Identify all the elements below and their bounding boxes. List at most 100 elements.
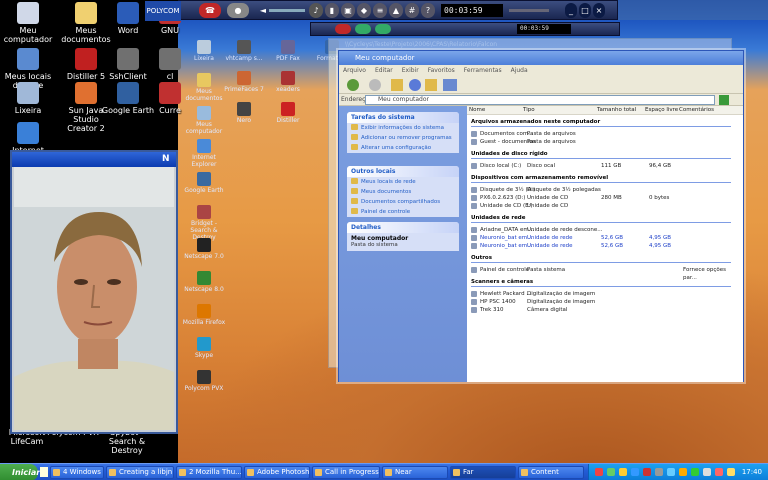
volume-slider[interactable]: [269, 9, 305, 12]
tray-icon-4[interactable]: [631, 468, 639, 476]
task-panel-header[interactable]: Tarefas do sistema: [347, 112, 459, 123]
tray-icon-7[interactable]: [667, 468, 675, 476]
tray-icon-9[interactable]: [691, 468, 699, 476]
list-item[interactable]: Unidade de CD (E:) Unidade de CD: [471, 202, 741, 210]
task-link[interactable]: Meus documentos: [347, 187, 459, 197]
tray-icon-10[interactable]: [703, 468, 711, 476]
menu-item[interactable]: Exibir: [402, 65, 419, 76]
task-panel-header[interactable]: Detalhes: [347, 222, 459, 233]
tray-icon-1[interactable]: [595, 468, 603, 476]
taskbar-button[interactable]: Call in Progress...: [312, 466, 380, 479]
speaker-icon[interactable]: ◄: [257, 3, 269, 18]
desktop-icon-label: GNU: [160, 26, 180, 35]
desktop-icon[interactable]: Meu computador: [0, 2, 56, 44]
taskbar-button[interactable]: Creating a libjn...: [106, 466, 174, 479]
address-field[interactable]: Meu computador: [365, 95, 715, 105]
close-icon[interactable]: ×: [593, 3, 605, 18]
task-link[interactable]: Painel de controle: [347, 207, 459, 217]
mute-icon[interactable]: ●: [227, 3, 249, 18]
tray-icon-6[interactable]: [655, 468, 663, 476]
list-item[interactable]: Documentos com... Pasta de arquivos: [471, 130, 741, 138]
menu-item[interactable]: Arquivo: [343, 65, 366, 76]
list-item[interactable]: Trek 310 Câmera digital: [471, 306, 741, 314]
forward-icon[interactable]: [369, 79, 381, 91]
group-header: Scanners e câmeras: [471, 279, 731, 287]
list-item[interactable]: Ariadne_DATA em... Unidade de rede descon…: [471, 226, 741, 234]
share-icon[interactable]: ▲: [389, 3, 403, 18]
taskbar-button[interactable]: Far: [450, 466, 516, 479]
up-folder-icon[interactable]: [391, 79, 403, 91]
taskbar-button[interactable]: Adobe Photosh...: [244, 466, 310, 479]
remote-desktop-icon: Google Earth: [182, 172, 226, 194]
menu-item[interactable]: Editar: [375, 65, 393, 76]
app-icon: [197, 73, 211, 87]
go-icon[interactable]: [719, 95, 729, 105]
task-panel: Detalhes Meu computador Pasta do sistema: [347, 222, 459, 251]
taskbar-button[interactable]: Near: [382, 466, 448, 479]
camera-icon[interactable]: ▣: [341, 3, 355, 18]
menu-item[interactable]: Ajuda: [511, 65, 528, 76]
dial-icon[interactable]: #: [405, 3, 419, 18]
desktop-icon[interactable]: Lixeira: [0, 82, 56, 115]
remote-desktop-icon: Distiller: [266, 102, 310, 124]
tray-icon-8[interactable]: [679, 468, 687, 476]
tray-icon-5[interactable]: [643, 468, 651, 476]
list-item[interactable]: Neuronio_bat em... Unidade de rede 52,6 GB…: [471, 234, 741, 242]
tray-icon-12[interactable]: [727, 468, 735, 476]
drive-icon: [471, 139, 477, 145]
group-header: Unidades de rede: [471, 215, 731, 223]
quicklaunch-icon[interactable]: [40, 467, 48, 477]
folders-icon[interactable]: [425, 79, 437, 91]
task-link[interactable]: Alterar uma configuração: [347, 143, 459, 153]
list-item[interactable]: Disquete de 3½ (A:) Disquete de 3½ polega…: [471, 186, 741, 194]
app-icon: [197, 238, 211, 252]
taskbar-button[interactable]: Content: [518, 466, 584, 479]
list-item[interactable]: PX6.0.2.623 (D:) Unidade de CD 280 MB 0 byt…: [471, 194, 741, 202]
remote-polycom-toolbar: 00:03:59: [310, 22, 620, 36]
list-item[interactable]: Neuronio_bat em... Unidade de rede 52,6 GB…: [471, 242, 741, 250]
list-item[interactable]: Painel de controle Pasta sistema Fornece o…: [471, 266, 741, 281]
remote-icon-label: Netscape 7.0: [184, 253, 224, 260]
webcam-window: N: [10, 150, 178, 434]
maximize-icon[interactable]: □: [579, 3, 591, 18]
list-item[interactable]: Disco local (C:) Disco ocal 111 GB 96,4 GB: [471, 162, 741, 170]
list-header: Nome Tipo Tamanho total Espaço livre Comentá…: [467, 106, 743, 115]
column-header[interactable]: Nome: [469, 106, 485, 115]
task-link[interactable]: Exibir informações do sistema: [347, 123, 459, 133]
remote-desktop-icon: Nero: [222, 102, 266, 124]
hangup-icon[interactable]: ☎: [199, 3, 221, 18]
remote-icon-label: Polycom PVX: [184, 385, 224, 392]
help-icon[interactable]: ?: [421, 3, 435, 18]
video-icon[interactable]: ▮: [325, 3, 339, 18]
task-link[interactable]: Meus locais de rede: [347, 177, 459, 187]
task-link[interactable]: Adicionar ou remover programas: [347, 133, 459, 143]
list-item[interactable]: Guest - documentos Pasta de arquivos: [471, 138, 741, 146]
search-icon[interactable]: [409, 79, 421, 91]
mic-icon[interactable]: ♪: [309, 3, 323, 18]
start-button[interactable]: Iniciar: [0, 464, 40, 480]
list-item[interactable]: HP PSC 1400 Digitalização de imagem: [471, 298, 741, 306]
minimize-icon[interactable]: _: [565, 3, 577, 18]
list-item[interactable]: Hewlett Packard ... Digitalização de imag…: [471, 290, 741, 298]
task-panel-header[interactable]: Outros locais: [347, 166, 459, 177]
taskbar-button[interactable]: 2 Mozilla Thu...: [176, 466, 242, 479]
cell-name: Disco local (C:): [480, 163, 522, 169]
menu-item[interactable]: Favoritos: [428, 65, 455, 76]
menu-item[interactable]: Ferramentas: [464, 65, 502, 76]
column-header[interactable]: Tipo: [523, 106, 535, 115]
tray-icon-11[interactable]: [715, 468, 723, 476]
back-icon[interactable]: [347, 79, 359, 91]
contacts-icon[interactable]: ◆: [357, 3, 371, 18]
taskbar: Iniciar 4 Windows E...Creating a libjn..…: [0, 463, 768, 480]
tray-icon-3[interactable]: [619, 468, 627, 476]
column-header[interactable]: Comentários: [679, 106, 714, 115]
quality-meter: [509, 9, 549, 12]
column-header[interactable]: Tamanho total: [597, 106, 636, 115]
task-link[interactable]: Documentos compartilhados: [347, 197, 459, 207]
remote-desktop-icon: Netscape 7.0: [182, 238, 226, 260]
taskbar-button[interactable]: 4 Windows E...: [50, 466, 104, 479]
tray-icon-2[interactable]: [607, 468, 615, 476]
settings-icon[interactable]: ≡: [373, 3, 387, 18]
column-header[interactable]: Espaço livre: [645, 106, 678, 115]
views-icon[interactable]: [443, 79, 457, 91]
